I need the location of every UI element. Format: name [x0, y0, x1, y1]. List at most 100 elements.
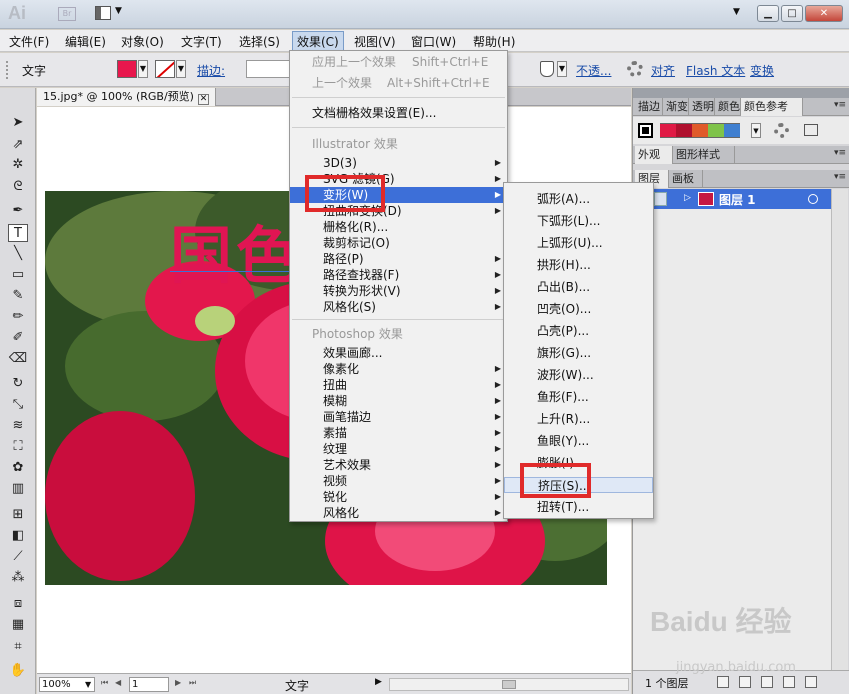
menu-select[interactable]: 选择(S) [239, 33, 280, 50]
new-swatch-group-icon[interactable] [804, 124, 818, 136]
harmony-swatch[interactable] [660, 123, 676, 138]
hand-tool-icon[interactable]: ✋ [8, 662, 28, 680]
warp-submenu-item[interactable]: 鱼形(F)... [504, 389, 653, 405]
direct-selection-tool-icon[interactable]: ⇗ [8, 136, 28, 154]
stroke-none-swatch[interactable] [155, 60, 175, 78]
menu-view[interactable]: 视图(V) [354, 33, 396, 50]
minimize-button[interactable]: ▁ [757, 5, 779, 22]
warp-submenu-item[interactable]: 鱼眼(Y)... [504, 433, 653, 449]
status-menu-icon[interactable]: ▶ [375, 677, 382, 687]
warp-submenu-item[interactable]: 扭转(T)... [504, 499, 653, 515]
column-graph-tool-icon[interactable]: ▥ [8, 480, 28, 498]
panel-grip-icon[interactable] [6, 61, 10, 79]
stroke-chevron-down-icon[interactable]: ▼ [176, 60, 186, 78]
align-link[interactable]: 对齐 [651, 62, 675, 79]
scale-tool-icon[interactable]: ⤡ [8, 396, 28, 414]
warp-submenu-item[interactable]: 凸出(B)... [504, 279, 653, 295]
blend-tool-icon[interactable]: ⁂ [8, 569, 28, 587]
new-sublayer-icon[interactable] [761, 676, 773, 688]
slice-tool-icon[interactable]: ⌗ [8, 638, 28, 656]
warp-submenu-item[interactable]: 上升(R)... [504, 411, 653, 427]
panel-menu-icon[interactable]: ▾≡ [834, 100, 846, 110]
scrollbar-thumb[interactable] [502, 680, 516, 689]
menu-item-last-effect[interactable]: 上一个效果 Alt+Shift+Ctrl+E [290, 75, 507, 91]
expand-triangle-icon[interactable]: ▷ [684, 193, 691, 203]
tab-transparency[interactable]: 透明 [689, 98, 715, 116]
stroke-weight-input[interactable] [246, 60, 290, 78]
rectangle-tool-icon[interactable]: ▭ [8, 266, 28, 284]
panel-menu-icon[interactable]: ▾≡ [834, 172, 846, 182]
prev-artboard-icon[interactable]: ◀ [115, 678, 121, 687]
tab-stroke[interactable]: 描边 [635, 98, 663, 116]
warp-tool-icon[interactable]: ≋ [8, 417, 28, 435]
tab-color[interactable]: 颜色 [715, 98, 741, 116]
chevron-down-icon[interactable]: ▼ [115, 6, 122, 16]
status-label[interactable]: 文字 [285, 677, 309, 694]
panel-menu-icon[interactable]: ▾≡ [834, 148, 846, 158]
opacity-link[interactable]: 不透... [576, 62, 611, 79]
live-paint-tool-icon[interactable]: ⧈ [8, 595, 28, 613]
menu-item-svg-filters[interactable]: SVG 滤镜(G) ▶ [290, 171, 507, 187]
menu-item-raster-effect-settings[interactable]: 文档栅格效果设置(E)... [290, 105, 507, 121]
menu-item-distort-transform[interactable]: 扭曲和变换(D) ▶ [290, 203, 507, 219]
recolor-gear-icon[interactable] [627, 61, 643, 77]
harmony-chevron-down-icon[interactable]: ▼ [751, 123, 761, 138]
document-tab[interactable]: 15.jpg* @ 100% (RGB/预览) ✕ [37, 88, 216, 106]
menu-type[interactable]: 文字(T) [181, 33, 222, 50]
menu-item-3d[interactable]: 3D(3) ▶ [290, 155, 507, 171]
horizontal-scrollbar[interactable] [389, 678, 629, 691]
menu-item-stylize[interactable]: 风格化(S) ▶ [290, 299, 507, 315]
menu-item-texture[interactable]: 纹理 ▶ [290, 441, 507, 457]
warp-submenu-item[interactable]: 挤压(S)... [504, 477, 653, 493]
arrange-documents-icon[interactable] [95, 6, 111, 20]
artboard-number-field[interactable]: 1 [129, 677, 169, 692]
harmony-swatch[interactable] [692, 123, 708, 138]
new-layer-icon[interactable] [783, 676, 795, 688]
menu-item-pixelate[interactable]: 像素化 ▶ [290, 361, 507, 377]
warp-submenu-item[interactable]: 上弧形(U)... [504, 235, 653, 251]
lasso-tool-icon[interactable]: ᘓ [8, 178, 28, 196]
locate-object-icon[interactable] [717, 676, 729, 688]
menu-item-stylize-ps[interactable]: 风格化 ▶ [290, 505, 507, 521]
menu-item-apply-last-effect[interactable]: 应用上一个效果 Shift+Ctrl+E [290, 54, 507, 70]
harmony-swatch[interactable] [676, 123, 692, 138]
layer-row[interactable]: ▷ 图层 1 [633, 189, 831, 209]
maximize-button[interactable]: □ [781, 5, 803, 22]
next-artboard-icon[interactable]: ▶ [175, 678, 181, 687]
symbol-sprayer-tool-icon[interactable]: ✿ [8, 459, 28, 477]
artboard-tool-icon[interactable]: ▦ [8, 616, 28, 634]
warp-submenu-item[interactable]: 膨胀(I)... [504, 455, 653, 471]
pencil-tool-icon[interactable]: ✏ [8, 308, 28, 326]
harmony-swatch[interactable] [724, 123, 740, 138]
menu-edit[interactable]: 编辑(E) [65, 33, 106, 50]
rotate-tool-icon[interactable]: ↻ [8, 375, 28, 393]
layer-target-icon[interactable] [808, 194, 818, 204]
paintbrush-tool-icon[interactable]: ✎ [8, 287, 28, 305]
bridge-button[interactable]: Br [58, 7, 76, 21]
workspace-chevron-down-icon[interactable]: ▼ [733, 7, 740, 17]
menu-object[interactable]: 对象(O) [121, 33, 164, 50]
first-artboard-icon[interactable]: ⏮ [101, 678, 108, 688]
flash-text-link[interactable]: Flash 文本 [686, 62, 745, 79]
type-tool-icon[interactable]: T [8, 224, 28, 242]
menu-item-blur[interactable]: 模糊 ▶ [290, 393, 507, 409]
menu-item-convert-to-shape[interactable]: 转换为形状(V) ▶ [290, 283, 507, 299]
menu-item-crop-marks[interactable]: 裁剪标记(O) [290, 235, 507, 251]
vertical-scrollbar[interactable] [831, 189, 848, 670]
transform-link[interactable]: 变换 [750, 62, 774, 79]
delete-layer-icon[interactable] [805, 676, 817, 688]
menu-item-artistic[interactable]: 艺术效果 ▶ [290, 457, 507, 473]
stroke-link[interactable]: 描边: [197, 62, 225, 79]
brush-chevron-down-icon[interactable]: ▼ [557, 61, 567, 77]
menu-item-warp[interactable]: 变形(W) ▶ [290, 187, 507, 203]
menu-effect[interactable]: 效果(C) [292, 31, 344, 52]
menu-help[interactable]: 帮助(H) [473, 33, 515, 50]
menu-item-pathfinder[interactable]: 路径查找器(F) ▶ [290, 267, 507, 283]
magic-wand-tool-icon[interactable]: ✲ [8, 156, 28, 174]
tab-appearance[interactable]: 外观 [635, 146, 673, 164]
warp-submenu-item[interactable]: 凹壳(O)... [504, 301, 653, 317]
warp-submenu-item[interactable]: 弧形(A)... [504, 191, 653, 207]
tab-graphic-styles[interactable]: 图形样式 [673, 146, 735, 164]
brush-definition-icon[interactable] [540, 61, 554, 77]
line-tool-icon[interactable]: ╲ [8, 245, 28, 263]
